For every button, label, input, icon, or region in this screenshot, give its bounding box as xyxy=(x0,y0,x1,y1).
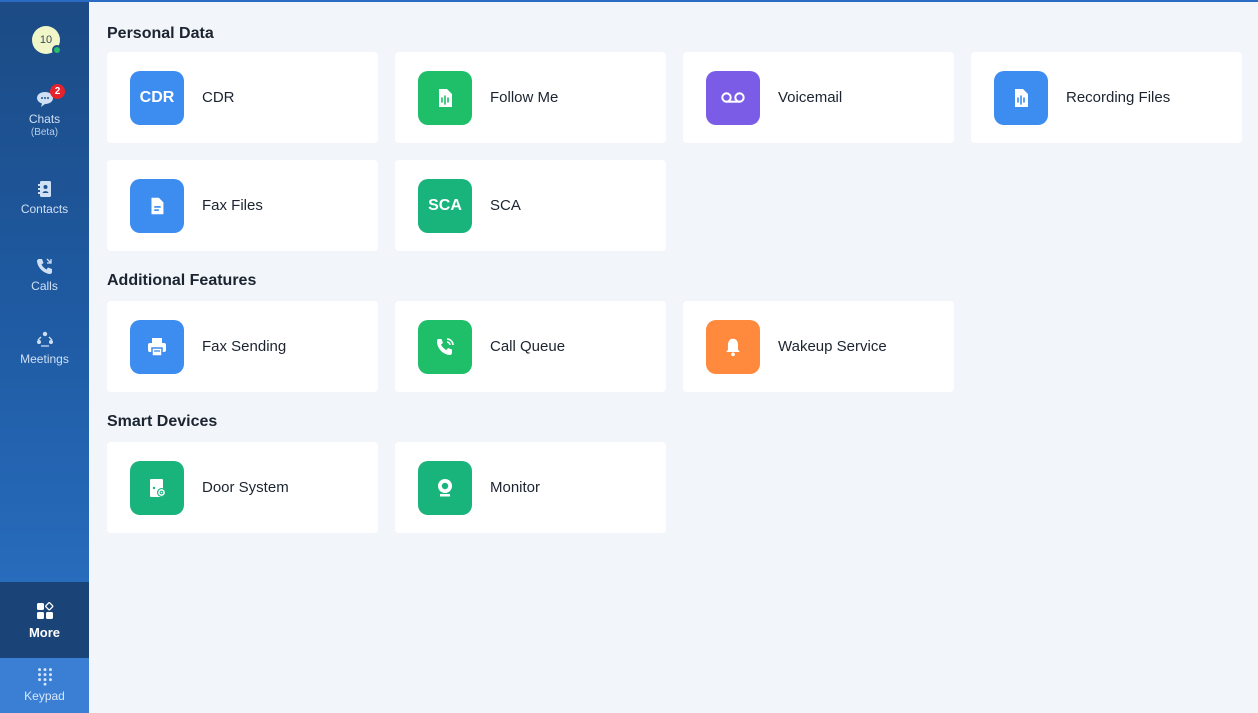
card-fax-sending[interactable]: Fax Sending xyxy=(107,301,378,392)
card-label: Monitor xyxy=(490,479,541,496)
sidebar-item-label: Chats xyxy=(28,112,61,126)
follow-me-icon xyxy=(418,70,472,125)
meetings-icon xyxy=(36,331,53,347)
card-label: Fax Sending xyxy=(202,338,287,355)
card-sca[interactable]: SCA SCA xyxy=(395,160,666,251)
main-content: Personal Data CDR CDR Follow Me Voicemai… xyxy=(89,2,1258,713)
card-recording-files[interactable]: Recording Files xyxy=(971,52,1242,143)
sidebar-item-label: Contacts xyxy=(20,202,69,216)
card-label: Voicemail xyxy=(778,89,843,106)
sidebar-item-calls[interactable]: Calls xyxy=(0,255,89,293)
section-title-personal-data: Personal Data xyxy=(107,25,214,42)
card-label: Call Queue xyxy=(490,338,566,355)
card-cdr[interactable]: CDR CDR xyxy=(107,52,378,143)
recording-file-icon xyxy=(994,70,1048,125)
sca-text-icon: SCA xyxy=(418,178,472,233)
sidebar-item-keypad[interactable]: Keypad xyxy=(0,658,89,713)
card-label: SCA xyxy=(490,197,521,214)
sidebar-item-sublabel: (Beta) xyxy=(30,127,59,138)
unread-badge: 2 xyxy=(50,84,65,99)
card-voicemail[interactable]: Voicemail xyxy=(683,52,954,143)
sidebar-item-contacts[interactable]: Contacts xyxy=(0,178,89,216)
sidebar-item-label: Meetings xyxy=(20,352,69,366)
card-fax-files[interactable]: Fax Files xyxy=(107,160,378,251)
contacts-book-icon xyxy=(37,181,51,197)
cdr-text-icon: CDR xyxy=(130,70,184,125)
avatar-text: 10 xyxy=(39,34,53,46)
sidebar-item-chats[interactable]: 2 Chats (Beta) xyxy=(0,84,89,138)
printer-icon xyxy=(130,319,184,374)
avatar[interactable]: 10 xyxy=(32,26,62,55)
sidebar-item-label: Calls xyxy=(31,279,58,293)
card-label: Door System xyxy=(202,479,289,496)
document-icon xyxy=(130,178,184,233)
card-label: Fax Files xyxy=(202,197,263,214)
apps-grid-icon xyxy=(36,602,53,619)
card-follow-me[interactable]: Follow Me xyxy=(395,52,666,143)
card-wakeup-service[interactable]: Wakeup Service xyxy=(683,301,954,392)
card-call-queue[interactable]: Call Queue xyxy=(395,301,666,392)
tile-text: SCA xyxy=(428,196,462,214)
keypad-icon xyxy=(37,668,52,686)
sidebar-item-more[interactable]: More xyxy=(0,582,89,658)
phone-icon xyxy=(36,258,52,274)
sidebar-item-label: Keypad xyxy=(24,689,65,703)
section-title-additional-features: Additional Features xyxy=(107,272,257,289)
sidebar: 10 2 Chats (Beta) Contacts Calls Meeting… xyxy=(0,2,89,713)
voicemail-icon xyxy=(706,70,760,125)
sidebar-item-meetings[interactable]: Meetings xyxy=(0,328,89,366)
card-label: CDR xyxy=(202,89,235,106)
section-title-smart-devices: Smart Devices xyxy=(107,413,218,430)
card-label: Follow Me xyxy=(490,89,559,106)
card-label: Wakeup Service xyxy=(778,338,887,355)
bell-icon xyxy=(706,319,760,374)
tile-text: CDR xyxy=(139,88,175,106)
sidebar-item-label: More xyxy=(28,625,61,640)
card-label: Recording Files xyxy=(1066,89,1171,106)
presence-online-dot xyxy=(52,45,62,55)
call-queue-icon xyxy=(418,319,472,374)
door-icon xyxy=(130,460,184,515)
webcam-icon xyxy=(418,460,472,515)
card-door-system[interactable]: Door System xyxy=(107,442,378,533)
card-monitor[interactable]: Monitor xyxy=(395,442,666,533)
